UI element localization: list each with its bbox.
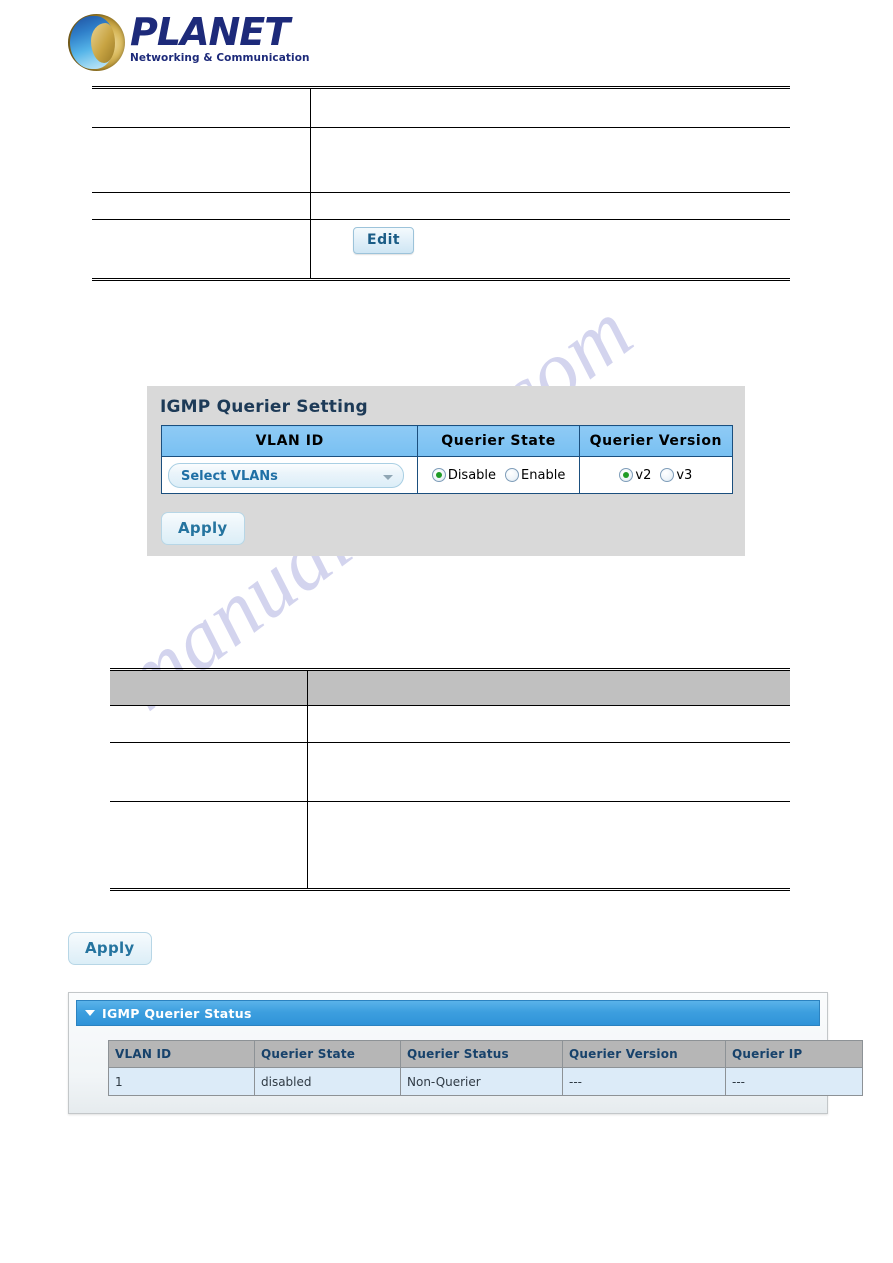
radio-querier-version-v2[interactable]: v2: [619, 468, 651, 483]
igmp-querier-status-panel: IGMP Querier Status VLAN ID Querier Stat…: [68, 992, 863, 1114]
table-cell-label: [92, 192, 311, 220]
table-cell-description: [310, 86, 790, 128]
column-header-querier-state: Querier State: [254, 1040, 401, 1068]
radio-label: Disable: [447, 467, 497, 483]
column-header-querier-state: Querier State: [417, 425, 580, 457]
brand-text-block: PLANET Networking & Communication: [130, 10, 360, 64]
igmp-querier-setting-panel: IGMP Querier Setting VLAN ID Querier Sta…: [147, 386, 745, 556]
table-row: [110, 742, 790, 802]
table-cell-description: [307, 801, 790, 891]
table-row: Select VLANs Disable Enable v2 v3: [160, 456, 734, 494]
radio-dot-icon: [505, 468, 520, 482]
panel-title: IGMP Querier Setting: [160, 397, 368, 417]
radio-dot-icon: [431, 468, 446, 482]
radio-querier-version-v3[interactable]: v3: [660, 468, 692, 483]
cell-querier-version: v2 v3: [578, 456, 734, 494]
column-header-querier-ip: Querier IP: [725, 1040, 863, 1068]
radio-dot-icon: [660, 468, 675, 482]
radio-label: Enable: [521, 467, 566, 483]
radio-label: v2: [635, 467, 652, 483]
select-vlans-dropdown[interactable]: Select VLANs: [168, 462, 404, 488]
column-header-vlan-id: VLAN ID: [160, 425, 419, 457]
querier-status-table: VLAN ID Querier State Querier Status Que…: [108, 1040, 863, 1096]
cell-querier-state: disabled: [254, 1067, 401, 1096]
cell-vlan-select: Select VLANs: [160, 456, 419, 494]
table-cell-description: [307, 742, 790, 802]
brand-logo: PLANET Networking & Communication: [68, 8, 368, 80]
column-header-querier-version: Querier Version: [562, 1040, 726, 1068]
table-row: [110, 801, 790, 891]
column-header-vlan-id: VLAN ID: [108, 1040, 255, 1068]
status-panel-header[interactable]: IGMP Querier Status: [76, 1000, 820, 1026]
table-row: 1 disabled Non-Querier --- ---: [108, 1067, 863, 1096]
table-row: [110, 705, 790, 743]
table-header-row: VLAN ID Querier State Querier Version: [160, 425, 734, 457]
radio-label: v3: [676, 467, 693, 483]
cell-querier-state: Disable Enable: [417, 456, 580, 494]
table-row: [92, 86, 790, 128]
column-header-querier-status: Querier Status: [400, 1040, 563, 1068]
table-cell-label: [92, 219, 311, 281]
standalone-apply-button[interactable]: Apply: [68, 932, 152, 965]
cell-querier-ip: ---: [725, 1067, 863, 1096]
apply-button[interactable]: Apply: [161, 512, 245, 545]
brand-tagline: Networking & Communication: [130, 52, 310, 64]
table-cell-label: [92, 86, 311, 128]
table-row: [92, 192, 790, 220]
cell-vlan-id: 1: [108, 1067, 255, 1096]
table-row: [92, 127, 790, 193]
chevron-down-icon: [383, 474, 393, 480]
edit-button[interactable]: Edit: [353, 227, 415, 254]
cell-querier-status: Non-Querier: [400, 1067, 563, 1096]
column-header-querier-version: Querier Version: [578, 425, 734, 457]
table-cell-description: [310, 192, 790, 220]
querier-setting-table: VLAN ID Querier State Querier Version Se…: [160, 425, 734, 494]
table-header-row: [110, 668, 790, 706]
planet-globe-icon: [68, 14, 125, 71]
radio-querier-state-enable[interactable]: Enable: [505, 468, 565, 483]
querier-state-radio-group: Disable Enable: [424, 468, 572, 483]
table-header-cell-object: [110, 668, 308, 706]
brand-wordmark: PLANET: [130, 10, 290, 54]
status-panel-title: IGMP Querier Status: [102, 1005, 252, 1021]
table-cell-label: [110, 742, 308, 802]
table-cell-label: [110, 705, 308, 743]
table-header-cell-description: [307, 668, 790, 706]
select-vlans-value: Select VLANs: [181, 468, 278, 484]
table-cell-label: [110, 801, 308, 891]
radio-querier-state-disable[interactable]: Disable: [431, 467, 497, 483]
table-header-row: VLAN ID Querier State Querier Status Que…: [108, 1040, 863, 1068]
radio-dot-icon: [619, 468, 634, 482]
table-cell-label: [92, 127, 311, 193]
table-cell-description: [307, 705, 790, 743]
parameter-description-table: [110, 668, 790, 891]
querier-version-radio-group: v2 v3: [586, 468, 726, 483]
table-cell-description: [310, 127, 790, 193]
table-cell-edit-action: Edit: [310, 219, 790, 281]
top-description-table: Edit: [92, 86, 790, 281]
cell-querier-version: ---: [562, 1067, 726, 1096]
table-row-with-edit: Edit: [92, 219, 790, 281]
triangle-down-icon[interactable]: [85, 1010, 95, 1016]
